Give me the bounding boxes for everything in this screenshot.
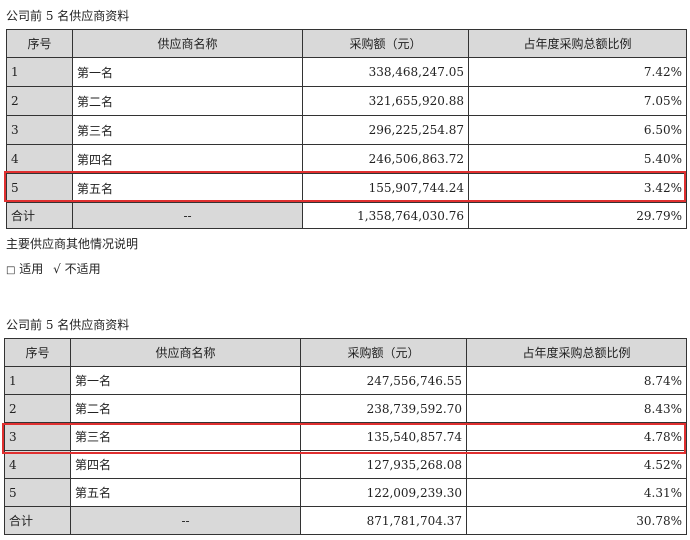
ratio-cell: 5.40% — [468, 144, 687, 174]
col-header-supplier: 供应商名称 — [70, 338, 301, 367]
col-header-seq: 序号 — [4, 338, 71, 367]
applicability-line: □ 适用 √ 不适用 — [6, 260, 101, 277]
option-not-applicable: 不适用 — [64, 262, 101, 276]
table-row: 1 第一名 338,468,247.05 7.42% — [6, 57, 687, 87]
table-header-row: 序号 供应商名称 采购额（元） 占年度采购总额比例 — [6, 29, 687, 58]
seq-cell: 3 — [6, 115, 73, 145]
supplier-cell: 第四名 — [72, 144, 303, 174]
ratio-cell: 7.42% — [468, 57, 687, 87]
seq-cell: 5 — [4, 478, 71, 507]
notes-title: 主要供应商其他情况说明 — [6, 237, 139, 251]
ratio-cell: 4.78% — [466, 422, 687, 451]
table-row: 2 第二名 238,739,592.70 8.43% — [4, 394, 687, 423]
supplier-cell: 第二名 — [72, 86, 303, 116]
seq-cell: 2 — [4, 394, 71, 423]
col-header-ratio: 占年度采购总额比例 — [468, 29, 687, 58]
ratio-cell: 8.43% — [466, 394, 687, 423]
total-row: 合计 -- 1,358,764,030.76 29.79% — [6, 202, 687, 229]
supplier-cell: 第三名 — [72, 115, 303, 145]
checkbox-empty-icon: □ — [6, 265, 16, 276]
total-row: 合计 -- 871,781,704.37 30.78% — [4, 506, 687, 535]
col-header-supplier: 供应商名称 — [72, 29, 303, 58]
total-ratio: 29.79% — [468, 202, 687, 229]
col-header-amount: 采购额（元） — [300, 338, 467, 367]
supplier-cell: 第四名 — [70, 450, 301, 479]
amount-cell: 135,540,857.74 — [300, 422, 467, 451]
supplier-table-2: 序号 供应商名称 采购额（元） 占年度采购总额比例 1 第一名 247,556,… — [4, 338, 687, 535]
amount-cell: 338,468,247.05 — [302, 57, 469, 87]
amount-cell: 238,739,592.70 — [300, 394, 467, 423]
col-header-amount: 采购额（元） — [302, 29, 469, 58]
seq-cell: 2 — [6, 86, 73, 116]
checkmark-icon: √ — [53, 262, 61, 276]
seq-cell: 3 — [4, 422, 71, 451]
table-row: 3 第三名 296,225,254.87 6.50% — [6, 115, 687, 145]
option-applicable: 适用 — [19, 262, 44, 276]
table1-caption: 公司前 5 名供应商资料 — [6, 9, 130, 23]
table-row: 5 第五名 122,009,239.30 4.31% — [4, 478, 687, 507]
total-amount: 871,781,704.37 — [300, 506, 467, 535]
seq-cell: 1 — [6, 57, 73, 87]
seq-cell: 5 — [6, 173, 73, 203]
total-ratio: 30.78% — [466, 506, 687, 535]
supplier-cell: 第五名 — [72, 173, 303, 203]
supplier-cell: 第一名 — [72, 57, 303, 87]
table-row: 3 第三名 135,540,857.74 4.78% — [4, 422, 687, 451]
ratio-cell: 7.05% — [468, 86, 687, 116]
col-header-ratio: 占年度采购总额比例 — [466, 338, 687, 367]
supplier-cell: 第二名 — [70, 394, 301, 423]
amount-cell: 296,225,254.87 — [302, 115, 469, 145]
seq-cell: 4 — [4, 450, 71, 479]
supplier-cell: 第一名 — [70, 366, 301, 395]
supplier-cell: 第三名 — [70, 422, 301, 451]
total-label: 合计 — [6, 202, 73, 229]
amount-cell: 155,907,744.24 — [302, 173, 469, 203]
amount-cell: 122,009,239.30 — [300, 478, 467, 507]
supplier-cell: 第五名 — [70, 478, 301, 507]
col-header-seq: 序号 — [6, 29, 73, 58]
table-header-row: 序号 供应商名称 采购额（元） 占年度采购总额比例 — [4, 338, 687, 367]
seq-cell: 4 — [6, 144, 73, 174]
table2-caption: 公司前 5 名供应商资料 — [6, 318, 130, 332]
ratio-cell: 4.31% — [466, 478, 687, 507]
supplier-table-1: 序号 供应商名称 采购额（元） 占年度采购总额比例 1 第一名 338,468,… — [6, 29, 687, 229]
total-label: 合计 — [4, 506, 71, 535]
table-row: 2 第二名 321,655,920.88 7.05% — [6, 86, 687, 116]
table-row: 5 第五名 155,907,744.24 3.42% — [6, 173, 687, 203]
amount-cell: 321,655,920.88 — [302, 86, 469, 116]
seq-cell: 1 — [4, 366, 71, 395]
table-row: 1 第一名 247,556,746.55 8.74% — [4, 366, 687, 395]
amount-cell: 247,556,746.55 — [300, 366, 467, 395]
total-supplier-dash: -- — [72, 202, 303, 229]
table-row: 4 第四名 246,506,863.72 5.40% — [6, 144, 687, 174]
ratio-cell: 6.50% — [468, 115, 687, 145]
total-amount: 1,358,764,030.76 — [302, 202, 469, 229]
ratio-cell: 4.52% — [466, 450, 687, 479]
ratio-cell: 8.74% — [466, 366, 687, 395]
amount-cell: 127,935,268.08 — [300, 450, 467, 479]
total-supplier-dash: -- — [70, 506, 301, 535]
table-row: 4 第四名 127,935,268.08 4.52% — [4, 450, 687, 479]
amount-cell: 246,506,863.72 — [302, 144, 469, 174]
ratio-cell: 3.42% — [468, 173, 687, 203]
